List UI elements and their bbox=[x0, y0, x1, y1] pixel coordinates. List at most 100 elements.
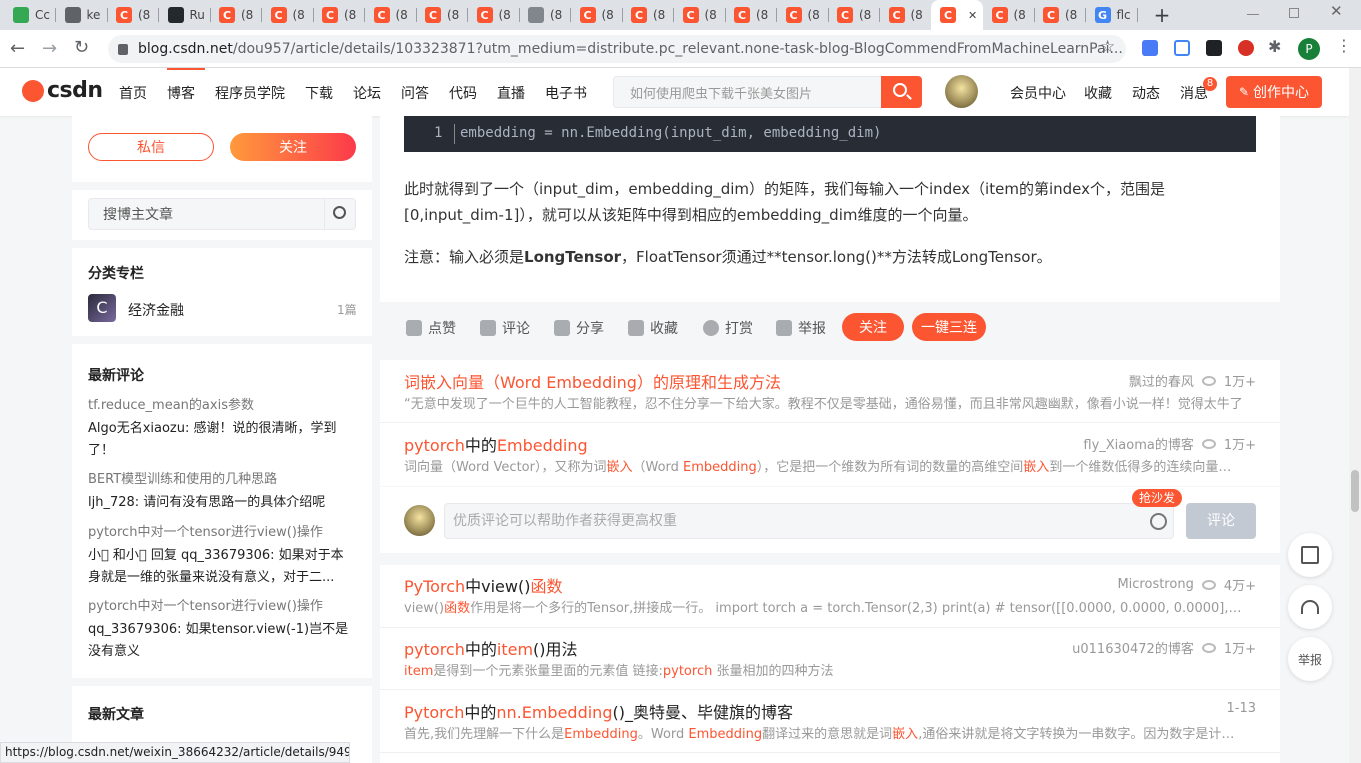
customer-service-button[interactable] bbox=[1288, 585, 1332, 629]
window-minimize-icon[interactable] bbox=[1247, 14, 1259, 15]
browser-tab[interactable]: C (8 bbox=[571, 0, 623, 30]
header-link[interactable]: 会员中心 bbox=[1010, 83, 1066, 103]
extensions-puzzle-icon[interactable]: ✱ bbox=[1268, 37, 1281, 56]
extension-bird-icon[interactable] bbox=[1142, 40, 1158, 56]
bookmark-star-icon[interactable]: ☆ bbox=[1100, 37, 1115, 57]
follow-author-button[interactable]: 关注 bbox=[230, 133, 356, 161]
recommend-title-link[interactable]: pytorch中的Embedding bbox=[404, 432, 588, 456]
recommend-title-link[interactable]: Pytorch中的nn.Embedding()_奥特曼、毕健旗的博客 bbox=[404, 699, 793, 723]
browser-tab-active[interactable]: C ✕ bbox=[931, 0, 983, 30]
site-search-button[interactable] bbox=[881, 76, 922, 108]
report-button[interactable]: 举报 bbox=[776, 318, 826, 338]
latest-articles-title: 最新文章 bbox=[88, 707, 144, 723]
create-center-button[interactable]: ✎ 创作中心 bbox=[1226, 76, 1322, 108]
tab-title: Ru bbox=[189, 8, 205, 22]
recommend-title-link[interactable]: PyTorch中view()函数 bbox=[404, 573, 562, 597]
nav-link[interactable]: 代码 bbox=[449, 83, 477, 103]
float-report-button[interactable]: 举报 bbox=[1288, 637, 1332, 681]
private-message-button[interactable]: 私信 bbox=[88, 133, 214, 161]
extension-tab-icon[interactable] bbox=[1206, 40, 1222, 56]
comment-text: Algo无名xiaozu: 感谢！说的很清晰，学到了！ bbox=[88, 421, 337, 458]
nav-link[interactable]: 程序员学院 bbox=[215, 83, 285, 103]
scrollbar-thumb[interactable] bbox=[1351, 470, 1359, 512]
nav-link[interactable]: 直播 bbox=[497, 83, 525, 103]
emoji-icon[interactable] bbox=[1150, 513, 1167, 530]
browser-tab[interactable]: C (8 bbox=[880, 0, 932, 30]
site-search-input[interactable]: 如何使用爬虫下载千张美女图片 bbox=[613, 76, 881, 108]
browser-tab[interactable]: (8 bbox=[519, 0, 571, 30]
browser-tab[interactable]: ke bbox=[56, 0, 108, 30]
blogger-search-button[interactable] bbox=[324, 198, 356, 230]
user-avatar[interactable] bbox=[945, 75, 978, 108]
window-restore-icon[interactable] bbox=[1289, 8, 1299, 18]
recommend-author[interactable]: 飘过的春风 bbox=[1129, 371, 1194, 390]
recommend-title-link[interactable]: pytorch中的item()用法 bbox=[404, 636, 578, 660]
browser-tab[interactable]: C (8 bbox=[313, 0, 365, 30]
browser-tab[interactable]: Gflc bbox=[1086, 0, 1138, 30]
submit-comment-button[interactable]: 评论 bbox=[1186, 503, 1256, 539]
browser-tab[interactable]: C (8 bbox=[365, 0, 417, 30]
browser-tab[interactable]: C (8 bbox=[262, 0, 314, 30]
browser-tab[interactable]: C (8 bbox=[725, 0, 777, 30]
nav-link[interactable]: 首页 bbox=[119, 83, 147, 103]
tab-title: (8 bbox=[292, 8, 305, 22]
back-arrow-icon[interactable]: ← bbox=[10, 38, 25, 59]
write-button[interactable] bbox=[1288, 533, 1332, 577]
extension-sync-icon[interactable] bbox=[1174, 40, 1190, 56]
browser-menu-icon[interactable]: ⋮ bbox=[1336, 36, 1352, 55]
browser-tab[interactable]: C (8 bbox=[828, 0, 880, 30]
collect-button[interactable]: 收藏 bbox=[628, 318, 678, 338]
triple-action-button[interactable]: 一键三连 bbox=[912, 313, 986, 341]
comment-button[interactable]: 评论 bbox=[480, 318, 530, 338]
forward-arrow-icon[interactable]: → bbox=[42, 38, 57, 59]
browser-tab[interactable]: C (8 bbox=[674, 0, 726, 30]
recommend-title-link[interactable]: 词嵌入向量（Word Embedding）的原理和生成方法 bbox=[404, 369, 781, 393]
nav-link[interactable]: 问答 bbox=[401, 83, 429, 103]
nav-link[interactable]: 电子书 bbox=[545, 83, 587, 103]
comment-input[interactable]: 优质评论可以帮助作者获得更高权重 bbox=[444, 503, 1174, 539]
spy-favicon-icon bbox=[64, 7, 81, 23]
blogger-search-input[interactable]: 搜博主文章 bbox=[88, 198, 356, 230]
new-tab-button[interactable]: + bbox=[1151, 4, 1173, 26]
category-item-economy[interactable]: 经济金融 bbox=[128, 300, 184, 320]
reward-button[interactable]: 打赏 bbox=[703, 318, 753, 338]
browser-tab[interactable]: C (8 bbox=[416, 0, 468, 30]
thumbs-up-icon bbox=[406, 320, 422, 336]
nav-link[interactable]: 博客 bbox=[167, 83, 195, 103]
recommend-author[interactable]: fly_Xiaoma的博客 bbox=[1083, 434, 1193, 453]
comment-article-link[interactable]: tf.reduce_mean的axis参数 bbox=[88, 395, 358, 417]
extension-record-icon[interactable] bbox=[1238, 40, 1254, 56]
page-scrollbar[interactable] bbox=[1349, 68, 1361, 763]
nav-link[interactable]: 下载 bbox=[305, 83, 333, 103]
browser-tab[interactable]: C (8 bbox=[983, 0, 1035, 30]
browser-tab[interactable]: C (8 bbox=[210, 0, 262, 30]
header-link[interactable]: 收藏 bbox=[1084, 83, 1112, 103]
article-paragraph: 此时就得到了一个（input_dim，embedding_dim）的矩阵，我们每… bbox=[404, 180, 1165, 224]
address-bar[interactable]: blog.csdn.net /dou957/article/details/10… bbox=[108, 35, 1126, 63]
header-link[interactable]: 动态 bbox=[1132, 83, 1160, 103]
recommend-author[interactable]: Microstrong bbox=[1117, 577, 1193, 592]
tab-close-icon[interactable]: ✕ bbox=[968, 9, 977, 22]
comment-label: 评论 bbox=[502, 321, 530, 337]
comment-article-link[interactable]: BERT模型训练和使用的几种思路 bbox=[88, 469, 358, 491]
like-button[interactable]: 点赞 bbox=[406, 318, 456, 338]
follow-button[interactable]: 关注 bbox=[842, 313, 904, 341]
browser-tab[interactable]: C (8 bbox=[468, 0, 520, 30]
nav-link[interactable]: 论坛 bbox=[353, 83, 381, 103]
share-button[interactable]: 分享 bbox=[554, 318, 604, 338]
reload-icon[interactable]: ↻ bbox=[74, 37, 89, 58]
browser-tab[interactable]: C (8 bbox=[777, 0, 829, 30]
browser-tab[interactable]: Ru bbox=[159, 0, 211, 30]
text-segment: ()用法 bbox=[533, 640, 578, 659]
recommend-author[interactable]: u011630472的博客 bbox=[1072, 638, 1194, 657]
browser-tab[interactable]: Cc bbox=[4, 0, 56, 30]
comment-article-link[interactable]: pytorch中对一个tensor进行view()操作 bbox=[88, 596, 358, 618]
comment-article-link[interactable]: pytorch中对一个tensor进行view()操作 bbox=[88, 522, 358, 544]
browser-tab[interactable]: C (8 bbox=[107, 0, 159, 30]
browser-tab[interactable]: C (8 bbox=[622, 0, 674, 30]
window-close-icon[interactable]: ✕ bbox=[1330, 2, 1343, 20]
tab-title: ke bbox=[86, 8, 101, 22]
profile-avatar[interactable]: P bbox=[1298, 38, 1320, 60]
browser-tab[interactable]: C (8 bbox=[1034, 0, 1086, 30]
csdn-logo[interactable]: csdn bbox=[22, 78, 103, 103]
